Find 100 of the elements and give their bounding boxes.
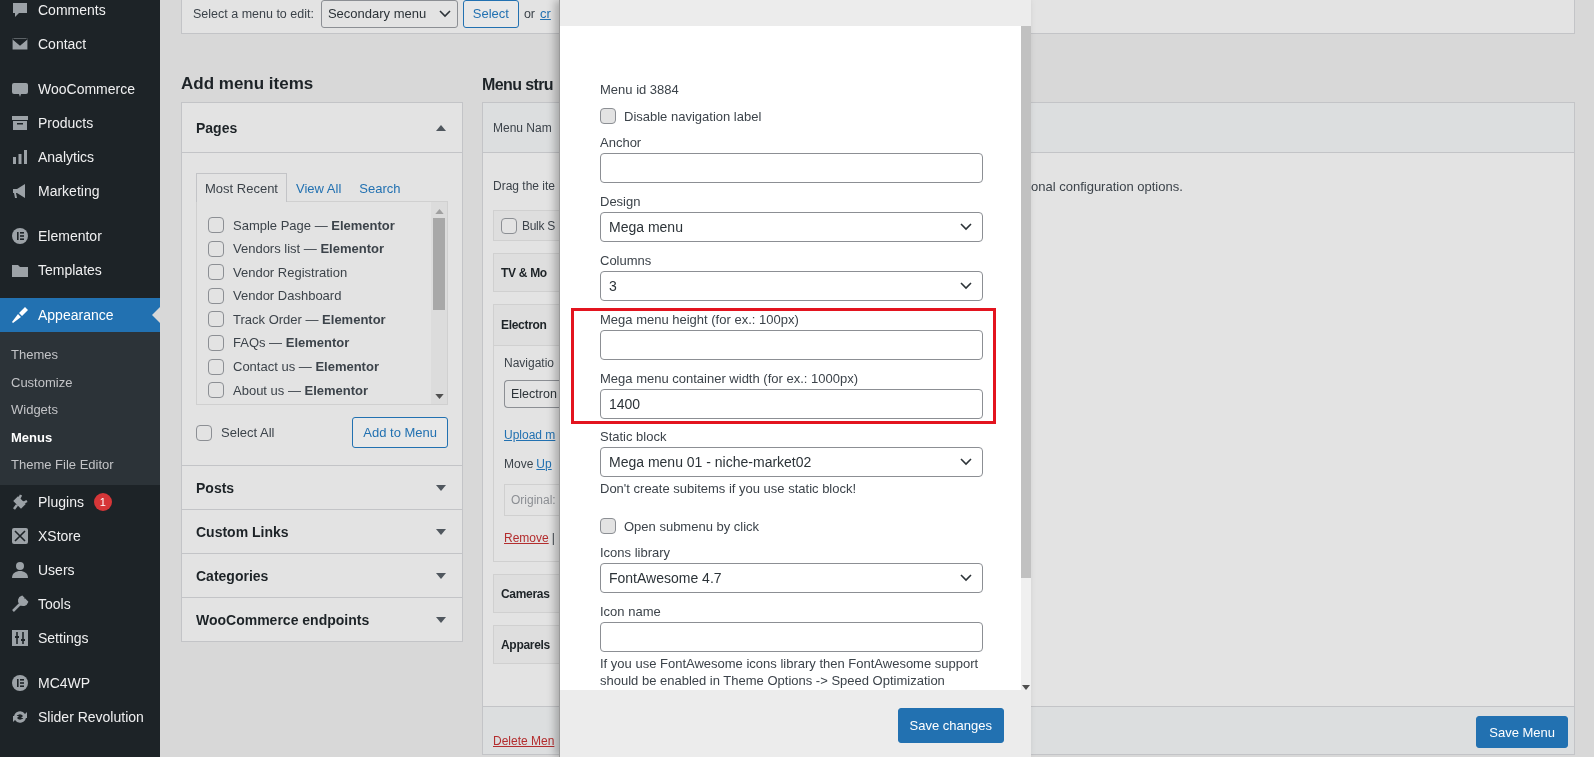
dropdown[interactable]: Mega menu — [600, 212, 983, 242]
checkbox[interactable] — [208, 358, 224, 375]
upload-link[interactable]: Upload m — [504, 428, 559, 442]
chevron-down-icon — [960, 223, 972, 231]
dropdown[interactable]: FontAwesome 4.7 — [600, 563, 983, 593]
text-field[interactable] — [600, 153, 983, 183]
section-header[interactable]: Categories — [182, 553, 462, 597]
sidebar-item[interactable]: Users — [0, 552, 160, 587]
checkbox-label: Disable navigation label — [624, 108, 762, 124]
field-label: Anchor — [600, 134, 643, 152]
create-link[interactable]: cr — [540, 6, 551, 21]
submenu-item[interactable]: Customize — [0, 368, 160, 397]
move-up-link[interactable]: Up — [536, 457, 552, 471]
comment-icon — [10, 0, 30, 20]
page-label: FAQs — Elementor — [233, 335, 350, 351]
checkbox[interactable] — [208, 287, 224, 304]
sidebar-item[interactable]: Plugins 1 — [0, 484, 160, 519]
sidebar-item[interactable]: Elementor — [0, 219, 160, 253]
circle-logo-icon — [10, 226, 30, 246]
submenu-item[interactable]: Theme File Editor — [0, 451, 160, 479]
sidebar-label: WooCommerce — [38, 81, 135, 97]
expand-arrow-icon — [436, 572, 446, 579]
sidebar-item[interactable]: Slider Revolution — [0, 699, 160, 734]
sidebar-item[interactable]: Products — [0, 106, 160, 140]
instructions-text: onal configuration options. — [1031, 179, 1183, 196]
expand-arrow-icon — [436, 484, 446, 491]
scrollbar[interactable] — [431, 202, 447, 404]
checkbox[interactable] — [208, 240, 224, 257]
checkbox[interactable] — [208, 334, 224, 351]
sidebar-label: Settings — [38, 629, 89, 646]
submenu-item[interactable]: Themes — [0, 341, 160, 369]
sidebar-item[interactable]: Marketing — [0, 174, 160, 208]
field-label: Mega menu height (for ex.: 100px) — [600, 311, 800, 329]
separator-text: | — [551, 531, 555, 545]
sidebar-label: Analytics — [38, 149, 95, 165]
section-header[interactable]: WooCommerce endpoints — [182, 597, 462, 641]
section-header[interactable]: Pages — [182, 103, 462, 153]
scroll-up-icon[interactable] — [434, 209, 444, 214]
submenu-item[interactable]: Widgets — [0, 396, 160, 424]
page-tab[interactable]: Most Recent — [196, 173, 287, 202]
checkbox[interactable] — [208, 311, 224, 328]
archive-icon — [10, 113, 30, 133]
section-header[interactable]: Posts — [182, 465, 462, 509]
sidebar-label: Comments — [38, 2, 106, 18]
save-menu-button[interactable]: Save Menu — [1476, 716, 1568, 748]
scrollbar[interactable] — [1021, 26, 1031, 690]
page-tab[interactable]: Search — [350, 173, 410, 202]
update-count: 1 — [93, 492, 112, 511]
dropdown[interactable]: Mega menu 01 - niche-market02 — [600, 447, 983, 477]
page-label: About us — Elementor — [233, 382, 369, 398]
text-field[interactable] — [600, 622, 983, 652]
text-field[interactable]: 1400 — [600, 389, 983, 419]
add-to-menu-button[interactable]: Add to Menu — [352, 417, 448, 448]
delete-menu-link[interactable]: Delete Men — [493, 734, 555, 748]
field-label: Design — [600, 193, 642, 211]
sidebar-item[interactable]: Tools — [0, 586, 160, 621]
checkbox[interactable] — [600, 518, 616, 534]
text-field[interactable] — [600, 330, 983, 360]
sidebar-label: Elementor — [38, 228, 102, 244]
menu-item-bar[interactable]: Electron — [493, 304, 560, 346]
sidebar-item[interactable]: Comments — [0, 0, 160, 27]
checkbox[interactable] — [196, 424, 212, 441]
sidebar-item[interactable]: Templates — [0, 253, 160, 287]
save-changes-button[interactable]: Save changes — [897, 708, 1004, 743]
select-menu-label: Select a menu to edit: — [193, 6, 314, 21]
checkbox[interactable] — [600, 108, 616, 124]
menu-item-bar[interactable]: Apparels — [493, 625, 560, 664]
menu-item-bar[interactable]: TV & Mo — [493, 253, 560, 292]
submenu-item[interactable]: Menus — [0, 423, 160, 452]
bar-chart-icon — [10, 147, 30, 167]
page-tab[interactable]: View All — [287, 173, 351, 202]
chevron-down-icon — [960, 282, 972, 290]
page-label: Vendor Dashboard — [233, 288, 342, 304]
checkbox[interactable] — [208, 382, 224, 399]
wrench-icon — [10, 593, 30, 614]
select-button[interactable]: Select — [462, 0, 519, 28]
expand-arrow-icon — [436, 528, 446, 535]
sidebar-item[interactable]: Settings — [0, 620, 160, 655]
sidebar-item[interactable]: XStore — [0, 518, 160, 553]
page-label: Vendors list — Elementor — [233, 241, 384, 257]
checkbox[interactable] — [501, 217, 517, 234]
menu-dropdown[interactable]: Secondary menu — [320, 0, 458, 28]
sidebar-item[interactable]: Analytics — [0, 140, 160, 174]
sidebar-item[interactable]: Contact — [0, 27, 160, 61]
checkbox[interactable] — [208, 217, 224, 233]
field-label: Icons library — [600, 544, 672, 562]
menu-item-bar[interactable]: Cameras — [493, 574, 560, 613]
sidebar-label: MC4WP — [38, 674, 91, 691]
scroll-down-icon[interactable] — [434, 394, 444, 399]
sidebar-item[interactable]: Appearance — [0, 298, 160, 332]
user-icon — [10, 559, 30, 580]
checkbox[interactable] — [208, 264, 224, 281]
select-all-label: Select All — [221, 425, 275, 440]
remove-link[interactable]: Remove — [504, 531, 549, 545]
sidebar-label: Contact — [38, 36, 87, 52]
section-header[interactable]: Custom Links — [182, 509, 462, 553]
help-text: If you use FontAwesome icons library then FontAwesome support should be enabled in Theme Options -> Speed Optimization — [600, 655, 980, 689]
dropdown[interactable]: 3 — [600, 271, 983, 301]
sidebar-item[interactable]: WooCommerce — [0, 72, 160, 106]
sidebar-item[interactable]: MC4WP — [0, 665, 160, 700]
